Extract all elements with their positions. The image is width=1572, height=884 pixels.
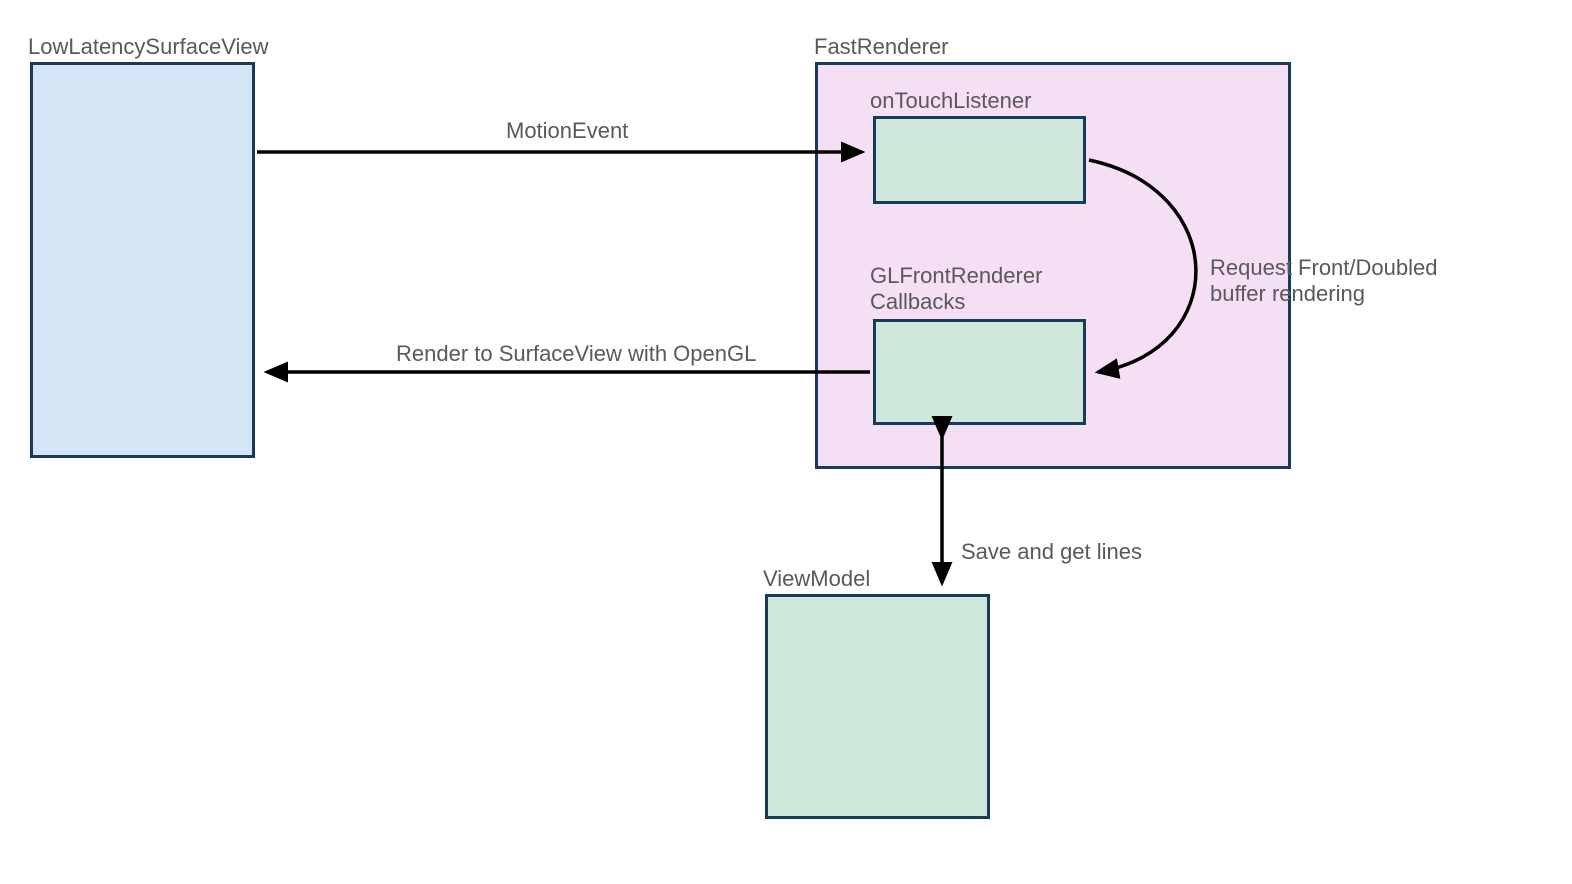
save-lines-label: Save and get lines (961, 539, 1142, 565)
lowlatency-label: LowLatencySurfaceView (28, 34, 269, 60)
ontouch-box (873, 116, 1086, 204)
request-buffer-label: Request Front/Doubled buffer rendering (1210, 255, 1437, 308)
motionevent-label: MotionEvent (506, 118, 628, 144)
viewmodel-box (765, 594, 990, 819)
glfront-label: GLFrontRenderer Callbacks (870, 263, 1042, 316)
fastrenderer-label: FastRenderer (814, 34, 949, 60)
viewmodel-label: ViewModel (763, 566, 870, 592)
glfront-box (873, 319, 1086, 425)
lowlatency-box (30, 62, 255, 458)
render-surface-label: Render to SurfaceView with OpenGL (396, 341, 756, 367)
ontouch-label: onTouchListener (870, 88, 1031, 114)
